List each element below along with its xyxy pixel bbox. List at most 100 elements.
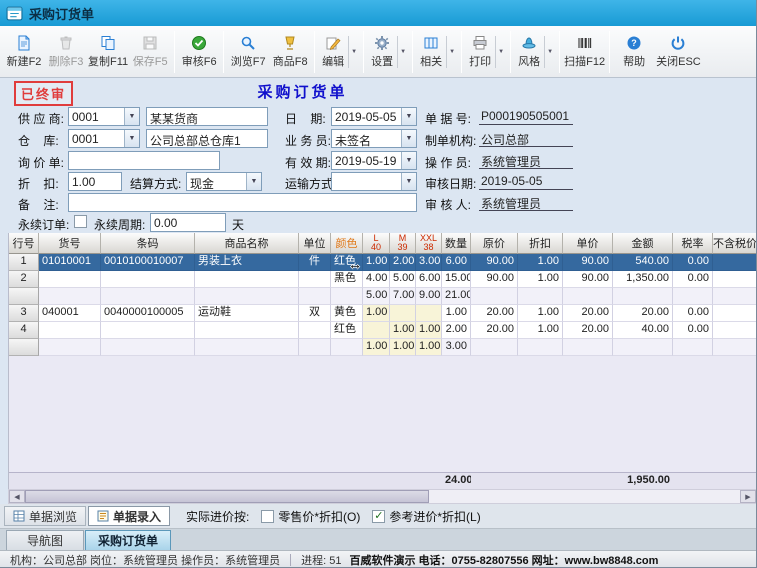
scroll-right-arrow[interactable] [740,490,756,503]
amount-total: 1,950.00 [613,473,673,489]
audit-date-value: 2019-05-05 [479,173,573,190]
salesman-combo[interactable]: 未签名 [331,129,417,148]
cycle-unit-label: 天 [232,216,244,233]
browse-button[interactable]: 浏览F7 [227,29,269,75]
app-icon [6,5,23,22]
audit-check-icon [191,35,207,51]
close-button[interactable]: 关闭ESC [655,29,702,75]
perpetual-order-label: 永续订单: [18,216,69,233]
valid-date-combo[interactable]: 2019-05-19 [331,151,417,170]
chevron-down-icon[interactable] [246,173,261,190]
tab-doc-browse[interactable]: 单据浏览 [4,506,86,526]
subtotal-row: 1.00 1.00 1.00 3.00 [9,339,757,356]
style-button[interactable]: 风格 [514,29,556,75]
toolbar-separator [609,31,610,73]
transport-combo[interactable] [331,172,417,191]
grid-icon [13,510,25,522]
inquiry-field[interactable] [68,151,220,170]
edit-button[interactable]: 编辑 [318,29,360,75]
perpetual-order-checkbox[interactable] [74,215,87,228]
new-button[interactable]: 新建F2 [3,29,45,75]
date-combo[interactable]: 2019-05-05 [331,107,417,126]
detail-grid: 行号 货号 条码 商品名称 单位 颜色 L40 M39 XXL38 数量 原价 … [8,233,757,489]
settings-button[interactable]: 设置 [367,29,409,75]
tab-doc-entry[interactable]: 单据录入 [88,506,170,526]
print-button[interactable]: 打印 [465,29,507,75]
settle-label: 结算方式: [130,175,181,192]
cycle-field[interactable]: 0.00 [150,213,226,232]
supplier-label: 供 应 商: [18,110,64,127]
docno-value: P000190505001 [479,108,573,125]
chevron-down-icon[interactable] [124,108,139,125]
order-header-panel: 已终审 采购订货单 供 应 商: 0001 某某货商 日 期: 2019-05-… [0,78,756,233]
delete-button[interactable]: 删除F3 [45,29,87,75]
app-window: 采购订货单 新建F2 删除F3 复制F11 保存F5 审核F6 浏览F7 [0,0,757,568]
mouse-resize-cursor: ↔ [348,256,362,272]
copy-button[interactable]: 复制F11 [87,29,129,75]
chevron-down-icon[interactable] [401,108,416,125]
scan-button[interactable]: 扫描F12 [563,29,606,75]
col-tax-excl: 不含税价 [713,233,757,254]
tab-purchase-order[interactable]: 采购订货单 [85,530,171,550]
toolbar-separator [223,31,224,73]
help-button[interactable]: ? 帮助 [613,29,655,75]
power-icon [670,35,686,51]
scroll-left-arrow[interactable] [9,490,25,503]
cycle-label: 永续周期: [94,216,145,233]
audit-date-label: 审核日期: [425,175,476,192]
remark-label: 备 注: [18,196,59,213]
reference-discount-option[interactable]: 参考进价*折扣(L) [372,508,480,525]
chevron-down-icon[interactable] [348,36,359,68]
table-row[interactable]: 4 红色 1.00 1.00 2.00 20.00 1.00 20.00 40.… [9,322,757,339]
help-icon: ? [626,35,642,51]
checkbox-checked-icon[interactable] [372,510,385,523]
supplier-code-combo[interactable]: 0001 [68,107,140,126]
chevron-down-icon[interactable] [401,130,416,147]
supplier-name-field[interactable]: 某某货商 [146,107,268,126]
magnifier-icon [240,35,256,51]
toolbar-separator [412,31,413,73]
window-title: 采购订货单 [29,4,94,23]
warehouse-name-field[interactable]: 公司总部总仓库1 [146,129,268,148]
table-row-selected[interactable]: 1 01010001 0010100010007 男装上衣 件 红色 1.00 … [9,254,757,271]
grid-empty-area[interactable] [9,356,757,472]
chevron-down-icon[interactable] [124,130,139,147]
table-row[interactable]: 3 040001 0040000100005 运动鞋 双 黄色 1.00 1.0… [9,305,757,322]
status-divider [290,554,291,566]
save-button[interactable]: 保存F5 [129,29,171,75]
tab-navigation-map[interactable]: 导航图 [6,530,84,550]
discount-field[interactable]: 1.00 [68,172,122,191]
grid-header-row: 行号 货号 条码 商品名称 单位 颜色 L40 M39 XXL38 数量 原价 … [9,233,757,254]
printer-icon [472,35,488,51]
chevron-down-icon[interactable] [401,173,416,190]
retail-discount-option[interactable]: 零售价*折扣(O) [261,508,360,525]
org-label: 制单机构: [425,132,476,149]
product-button[interactable]: 商品F8 [269,29,311,75]
col-size-L: L40 [363,233,390,254]
qty-total: 24.00 [442,473,471,489]
scrollbar-thumb[interactable] [25,490,429,503]
remark-field[interactable] [68,193,417,212]
horizontal-scrollbar[interactable] [8,489,757,504]
settle-combo[interactable]: 现金 [186,172,262,191]
audit-button[interactable]: 审核F6 [178,29,220,75]
form-title: 采购订货单 [230,81,375,102]
docno-label: 单 据 号: [425,110,471,127]
chevron-down-icon[interactable] [446,36,457,68]
table-row[interactable]: 2 黑色 4.00 5.00 6.00 15.00 90.00 1.00 90.… [9,271,757,288]
chevron-down-icon[interactable] [397,36,408,68]
col-item: 货号 [39,233,101,254]
toolbar-separator [174,31,175,73]
col-name: 商品名称 [195,233,299,254]
warehouse-code-combo[interactable]: 0001 [68,129,140,148]
checkbox-icon[interactable] [261,510,274,523]
chevron-down-icon[interactable] [401,152,416,169]
chevron-down-icon[interactable] [544,36,555,68]
org-value: 公司总部 [479,130,573,147]
warehouse-label: 仓 库: [18,132,59,149]
save-icon [142,35,158,51]
salesman-label: 业 务 员: [285,132,331,149]
related-button[interactable]: 相关 [416,29,458,75]
edit-pencil-icon [325,35,341,51]
chevron-down-icon[interactable] [495,36,506,68]
